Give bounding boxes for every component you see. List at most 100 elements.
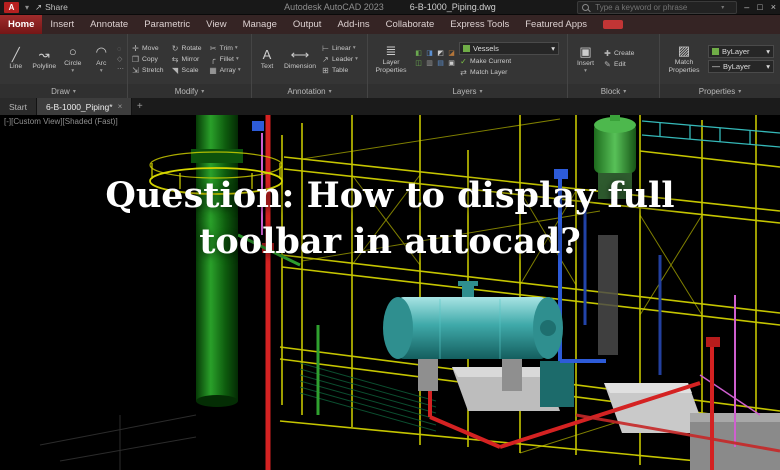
layer-select-dropdown-icon: ▾ xyxy=(551,43,555,53)
ribbon-tab-home[interactable]: Home xyxy=(0,15,43,34)
panel-expand-icon: ▾ xyxy=(738,88,742,95)
draw-mini-icon[interactable]: ◇ xyxy=(117,55,124,63)
share-button[interactable]: ↗ Share xyxy=(35,2,68,13)
layer-properties-button[interactable]: ≣ Layer Properties xyxy=(371,44,411,74)
close-tab-icon[interactable]: × xyxy=(118,102,123,111)
ribbon-tab-insert[interactable]: Insert xyxy=(42,15,82,34)
stretch-button[interactable]: ⇲ Stretch xyxy=(131,66,163,75)
insert-button[interactable]: ▣ Insert ▾ xyxy=(571,45,600,74)
match-properties-button[interactable]: ▨ Match Properties xyxy=(663,44,705,74)
new-tab-button[interactable]: + xyxy=(132,98,147,115)
layer-tool-icon[interactable]: ◪ xyxy=(447,50,456,58)
fillet-button[interactable]: ╭ Fillet ▾ xyxy=(209,55,241,64)
layer-tool-icon[interactable]: ◧ xyxy=(414,50,423,58)
arc-dropdown-icon[interactable]: ▾ xyxy=(100,68,103,74)
circle-icon: ○ xyxy=(68,44,77,60)
layer-select[interactable]: Vessels ▾ xyxy=(459,41,559,55)
search-input[interactable] xyxy=(593,1,718,13)
mirror-button[interactable]: ⇆ Mirror xyxy=(171,55,202,64)
ribbon-tab-collaborate[interactable]: Collaborate xyxy=(378,15,443,34)
layer-tool-icon[interactable]: ▥ xyxy=(425,60,434,68)
ribbon-tab-annotate[interactable]: Annotate xyxy=(82,15,136,34)
search-box[interactable]: ▾ xyxy=(577,0,738,14)
properties-panel: ▨ Match Properties ByLayer ▾ — ByLayer ▾ xyxy=(660,34,780,98)
close-button[interactable]: × xyxy=(771,2,776,12)
window-title: Autodesk AutoCAD 2023 6-B-1000_Piping.dw… xyxy=(284,2,496,12)
share-label: Share xyxy=(45,2,68,12)
text-button[interactable]: A Text xyxy=(255,47,279,70)
linear-dropdown-icon[interactable]: ▾ xyxy=(353,45,356,51)
block-panel: ▣ Insert ▾ ✚ Create ✎ Edit Block ▾ xyxy=(568,34,660,98)
minimize-button[interactable]: – xyxy=(744,2,749,12)
match-layer-icon: ⇄ xyxy=(460,67,467,77)
arc-button[interactable]: ◠ Arc ▾ xyxy=(89,45,115,74)
array-button[interactable]: ▦ Array ▾ xyxy=(209,66,241,75)
ribbon-tab-parametric[interactable]: Parametric xyxy=(136,15,198,34)
bylayer-color-swatch xyxy=(712,48,719,55)
file-tab-bar: Start 6-B-1000_Piping* × + xyxy=(0,98,780,115)
layer-tool-icon[interactable]: ◫ xyxy=(414,60,423,68)
modify-panel-label[interactable]: Modify ▾ xyxy=(128,84,251,98)
fillet-dropdown-icon[interactable]: ▾ xyxy=(236,56,239,62)
ribbon-tab-featured-apps[interactable]: Featured Apps xyxy=(517,15,595,34)
layer-tool-icon[interactable]: ◩ xyxy=(436,50,445,58)
linetype-sample-icon: — xyxy=(712,62,720,71)
block-panel-label[interactable]: Block ▾ xyxy=(568,84,659,98)
array-dropdown-icon[interactable]: ▾ xyxy=(238,67,241,73)
line-button[interactable]: ╱ Line xyxy=(3,47,29,70)
linetype-bylayer-select[interactable]: — ByLayer ▾ xyxy=(708,60,774,73)
search-icon xyxy=(582,3,590,11)
ribbon: ╱ Line ↝ Polyline ○ Circle ▾ ◠ Arc ▾ ◌ ◇… xyxy=(0,34,780,99)
draw-flyout-icons[interactable]: ◌ ◇ ⋯ xyxy=(117,46,124,73)
drawing-tab[interactable]: 6-B-1000_Piping* × xyxy=(36,98,133,115)
viewport-controls[interactable]: [-][Custom View][Shaded (Fast)] xyxy=(4,117,118,126)
start-tab[interactable]: Start xyxy=(0,98,37,115)
create-block-button[interactable]: ✚ Create xyxy=(603,49,634,58)
ribbon-tab-manage[interactable]: Manage xyxy=(235,15,285,34)
autocad-logo-icon[interactable]: A xyxy=(4,1,19,13)
ribbon-tab-express-tools[interactable]: Express Tools xyxy=(442,15,517,34)
table-button[interactable]: ⊞ Table xyxy=(321,66,358,75)
trim-button[interactable]: ✂ Trim ▾ xyxy=(209,44,241,53)
ribbon-tab-output[interactable]: Output xyxy=(285,15,330,34)
layer-tool-icon[interactable]: ▤ xyxy=(436,60,445,68)
qat-dropdown-icon[interactable]: ▾ xyxy=(25,3,29,12)
color-bylayer-select[interactable]: ByLayer ▾ xyxy=(708,45,774,58)
search-dropdown-icon[interactable]: ▾ xyxy=(721,4,724,11)
ribbon-tab-bar: Home Insert Annotate Parametric View Man… xyxy=(0,15,780,34)
match-layer-button[interactable]: ⇄ Match Layer xyxy=(459,68,559,77)
copy-button[interactable]: ❐ Copy xyxy=(131,55,164,64)
annotation-panel-label[interactable]: Annotation ▾ xyxy=(252,84,367,98)
properties-panel-label[interactable]: Properties ▾ xyxy=(660,84,780,98)
circle-button[interactable]: ○ Circle ▾ xyxy=(60,44,86,74)
annotation-panel: A Text ⟷ Dimension ⊢ Linear ▾ ↗ Leader ▾… xyxy=(252,34,368,98)
draw-panel-label[interactable]: Draw ▾ xyxy=(0,84,127,98)
table-icon: ⊞ xyxy=(322,65,329,75)
polyline-button[interactable]: ↝ Polyline xyxy=(32,47,58,70)
drawing-canvas[interactable]: [-][Custom View][Shaded (Fast)] Question… xyxy=(0,115,780,470)
ribbon-tab-addins[interactable]: Add-ins xyxy=(329,15,377,34)
insert-dropdown-icon[interactable]: ▾ xyxy=(584,68,587,74)
draw-mini-icon[interactable]: ⋯ xyxy=(117,65,124,73)
scale-button[interactable]: ◥ Scale xyxy=(171,66,202,75)
restore-button[interactable]: □ xyxy=(757,2,762,12)
edit-block-button[interactable]: ✎ Edit xyxy=(603,60,634,69)
fillet-icon: ╭ xyxy=(210,54,216,64)
ribbon-tab-view[interactable]: View xyxy=(198,15,234,34)
leader-dropdown-icon[interactable]: ▾ xyxy=(355,56,358,62)
trim-dropdown-icon[interactable]: ▾ xyxy=(235,45,238,51)
linear-button[interactable]: ⊢ Linear ▾ xyxy=(321,44,358,53)
draw-mini-icon[interactable]: ◌ xyxy=(117,46,124,53)
ribbon-extra-button[interactable] xyxy=(603,20,624,29)
move-button[interactable]: ✛ Move xyxy=(131,44,164,53)
rotate-button[interactable]: ↻ Rotate xyxy=(171,44,202,53)
circle-dropdown-icon[interactable]: ▾ xyxy=(71,68,74,74)
layer-tools: ◧ ◨ ◩ ◪ ◫ ▥ ▤ ▣ xyxy=(414,50,456,68)
make-current-button[interactable]: ✓ Make Current xyxy=(459,57,559,66)
leader-button[interactable]: ↗ Leader ▾ xyxy=(321,55,358,64)
layers-panel-label[interactable]: Layers ▾ xyxy=(368,84,567,98)
layer-tool-icon[interactable]: ▣ xyxy=(447,60,456,68)
quick-access-toolbar[interactable]: ▾ xyxy=(25,3,29,12)
dimension-button[interactable]: ⟷ Dimension xyxy=(282,47,318,70)
layer-tool-icon[interactable]: ◨ xyxy=(425,50,434,58)
